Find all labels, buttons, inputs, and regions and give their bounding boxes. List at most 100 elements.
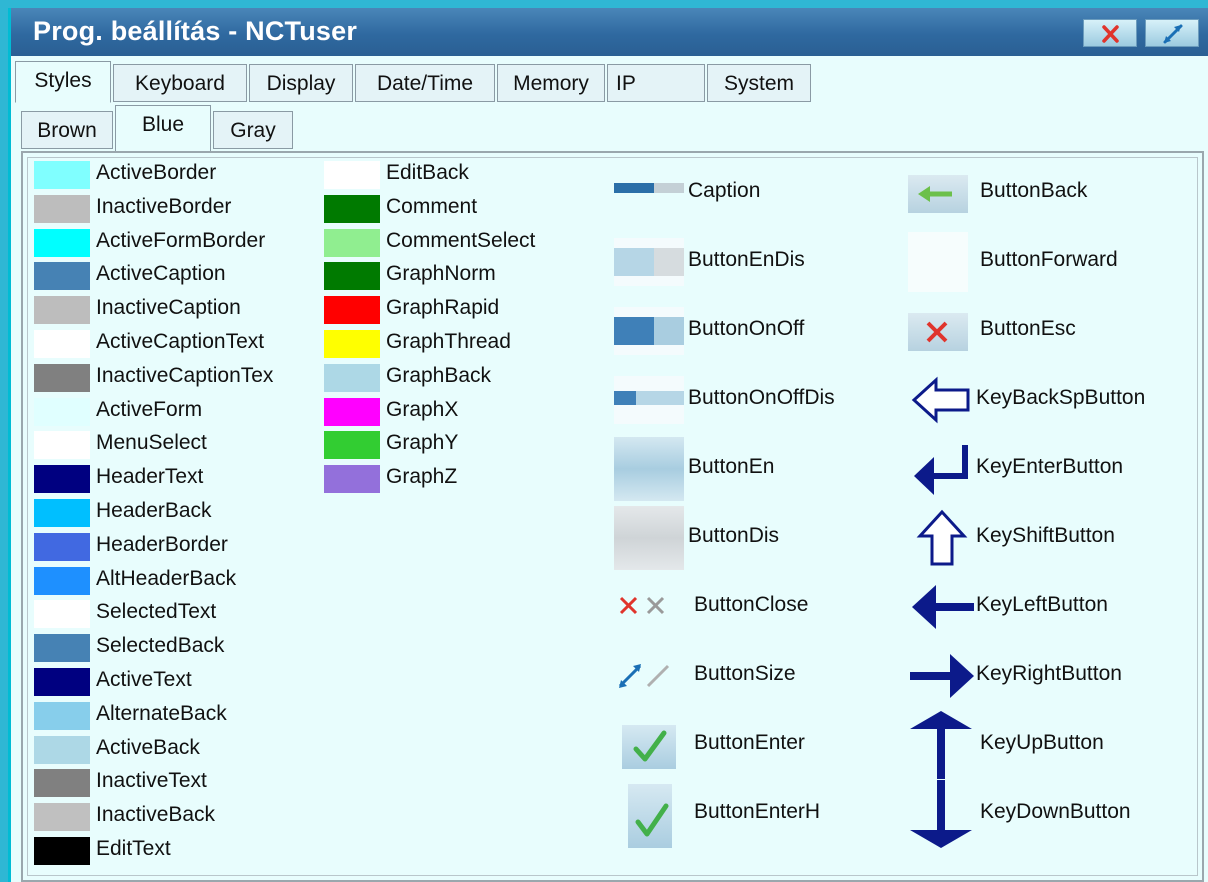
color-swatch[interactable] — [34, 431, 90, 460]
item-label: ButtonClose — [694, 593, 809, 616]
shift-arrow-icon — [916, 509, 968, 566]
item-label: ButtonForward — [980, 248, 1118, 271]
button-en-dis-icon — [614, 238, 684, 286]
color-label: InactiveCaptionTex — [96, 363, 274, 387]
color-swatch[interactable] — [34, 397, 90, 426]
button-on-off-dis-icon — [614, 376, 684, 424]
item-label: KeyShiftButton — [976, 524, 1115, 547]
color-swatch[interactable] — [34, 600, 90, 629]
color-label: HeaderText — [96, 465, 204, 489]
color-swatch[interactable] — [34, 499, 90, 527]
color-swatch[interactable] — [324, 397, 380, 426]
color-label: InactiveBorder — [96, 194, 232, 218]
color-label: ActiveText — [96, 668, 192, 691]
caption-bar-icon — [614, 183, 684, 193]
tab-label: IP — [616, 72, 636, 95]
color-label: ActiveForm — [96, 397, 203, 421]
item-label: ButtonEsc — [980, 317, 1076, 340]
tab-memory[interactable]: Memory — [497, 64, 605, 102]
color-swatch[interactable] — [324, 161, 380, 189]
color-swatch[interactable] — [34, 701, 90, 730]
color-swatch[interactable] — [34, 330, 90, 358]
color-swatch[interactable] — [34, 837, 90, 865]
color-label: ActiveFormBorder — [96, 228, 266, 252]
tab-date-time[interactable]: Date/Time — [355, 64, 495, 102]
item-label: KeyLeftButton — [976, 593, 1108, 616]
color-swatch[interactable] — [34, 296, 90, 325]
color-label: GraphRapid — [386, 296, 500, 320]
color-label: CommentSelect — [386, 228, 536, 252]
color-label: HeaderBack — [96, 499, 212, 522]
color-swatch[interactable] — [34, 465, 90, 494]
item-label: ButtonSize — [694, 662, 796, 685]
esc-x-icon — [908, 313, 968, 351]
color-swatch[interactable] — [324, 465, 380, 494]
item-label: Caption — [688, 179, 761, 202]
tab-gray[interactable]: Gray — [213, 111, 293, 149]
color-swatch[interactable] — [34, 769, 90, 798]
item-label: ButtonOnOffDis — [688, 386, 835, 409]
color-label: Comment — [386, 194, 478, 218]
color-swatch[interactable] — [324, 431, 380, 460]
color-swatch[interactable] — [34, 161, 90, 189]
tab-ip[interactable]: IP — [607, 64, 705, 102]
down-arrow-icon — [910, 780, 972, 848]
item-label: KeyEnterButton — [976, 455, 1124, 478]
color-label: SelectedText — [96, 600, 217, 624]
item-label: ButtonEnter — [694, 731, 805, 754]
color-swatch[interactable] — [324, 363, 380, 392]
blank-icon — [908, 232, 968, 292]
tab-label: Keyboard — [135, 72, 225, 95]
settings-window: Prog. beállítás - NCTuser Styles Keyboar… — [8, 8, 1208, 882]
color-swatch[interactable] — [34, 262, 90, 291]
resize-button[interactable] — [1145, 19, 1199, 47]
tab-system[interactable]: System — [707, 64, 811, 102]
color-swatch[interactable] — [34, 228, 90, 257]
up-arrow-icon — [910, 711, 972, 779]
color-label: InactiveText — [96, 769, 207, 793]
color-label: EditBack — [386, 161, 469, 184]
color-label: GraphBack — [386, 363, 492, 387]
color-swatch[interactable] — [34, 194, 90, 223]
color-swatch[interactable] — [324, 296, 380, 325]
tab-label: Brown — [37, 119, 97, 142]
color-label: AlternateBack — [96, 701, 227, 725]
color-swatch[interactable] — [324, 330, 380, 358]
tab-blue[interactable]: Blue — [115, 105, 211, 152]
title-bar[interactable]: Prog. beállítás - NCTuser — [11, 8, 1208, 56]
color-swatch[interactable] — [324, 228, 380, 257]
color-label: EditText — [96, 837, 171, 860]
color-label: HeaderBorder — [96, 532, 228, 556]
close-button[interactable] — [1083, 19, 1137, 47]
color-swatch[interactable] — [34, 566, 90, 595]
tab-label: Display — [266, 72, 336, 95]
item-label: KeyDownButton — [980, 800, 1131, 823]
button-on-off-icon — [614, 307, 684, 355]
color-label: ActiveCaptionText — [96, 330, 265, 353]
item-label: ButtonDis — [688, 524, 780, 547]
color-swatch[interactable] — [34, 803, 90, 832]
color-swatch[interactable] — [34, 668, 90, 696]
tab-brown[interactable]: Brown — [21, 111, 113, 149]
color-swatch[interactable] — [324, 194, 380, 223]
button-dis-icon — [614, 506, 684, 570]
tab-styles[interactable]: Styles — [15, 61, 111, 103]
color-swatch[interactable] — [34, 532, 90, 561]
tab-keyboard[interactable]: Keyboard — [113, 64, 247, 102]
resize-icon — [1163, 24, 1183, 44]
color-swatch[interactable] — [324, 262, 380, 291]
item-label: ButtonBack — [980, 179, 1088, 202]
color-label: ActiveBack — [96, 735, 200, 759]
item-label: KeyBackSpButton — [976, 386, 1146, 409]
color-swatch[interactable] — [34, 634, 90, 663]
button-en-icon — [614, 437, 684, 501]
color-swatch[interactable] — [34, 363, 90, 392]
left-arrow-icon — [912, 585, 974, 629]
color-label: GraphThread — [386, 330, 511, 353]
tab-label: Date/Time — [376, 72, 474, 95]
tab-display[interactable]: Display — [249, 64, 353, 102]
color-label: GraphX — [386, 397, 459, 421]
color-swatch[interactable] — [34, 735, 90, 764]
back-arrow-icon — [908, 175, 968, 213]
color-label: GraphNorm — [386, 262, 496, 286]
